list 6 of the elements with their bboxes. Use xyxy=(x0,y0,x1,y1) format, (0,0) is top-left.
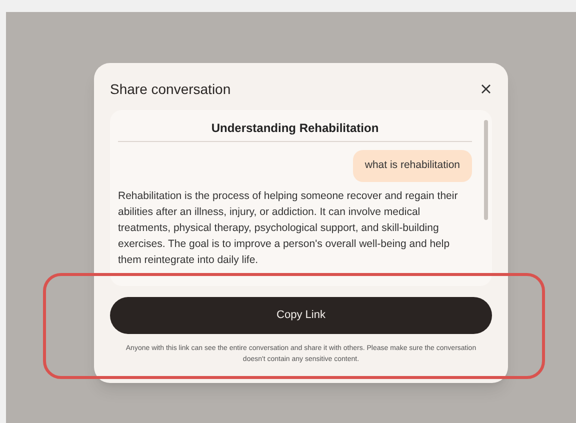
close-icon[interactable] xyxy=(480,83,492,95)
user-message: what is rehabilitation xyxy=(352,150,472,182)
copy-link-button[interactable]: Copy Link xyxy=(110,297,492,334)
assistant-message: Rehabilitation is the process of helping someone recover and regain their abilities after an illness, injury, or addiction. It can involve medical treatments, physical therapy, psychological support, and skill-building exercises. The goal is to improve a person's overall well-being and help them reintegrate into daily life. xyxy=(118,188,459,268)
dialog-title: Share conversation xyxy=(110,80,231,98)
conversation-title: Understanding Rehabilitation xyxy=(118,119,472,142)
